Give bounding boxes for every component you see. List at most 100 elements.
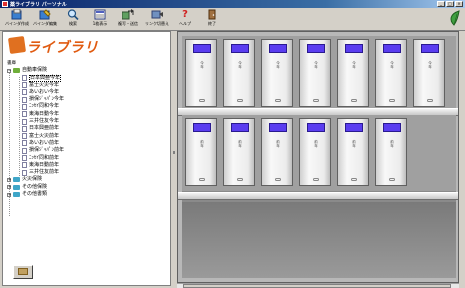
search-icon [67, 9, 79, 21]
binder-ring-icon [199, 99, 205, 102]
tree-item[interactable]: 富士火災今年 [7, 82, 167, 89]
binder-ring-icon [237, 178, 243, 181]
binder-edit-button[interactable]: バインダ編集 [30, 9, 60, 29]
tree-item[interactable]: 東海日動今年 [7, 111, 167, 118]
tree-item[interactable]: 日本興亜今年 [7, 74, 167, 83]
tree-item[interactable]: 富士火災前年 [7, 133, 167, 140]
tree-item-label: ﾆｯｾｲ同和今年 [29, 103, 60, 110]
shelf-row-top: 今年 今年 今年 今年 今年 今年 今年 [182, 36, 456, 108]
binder-ring-icon [237, 99, 243, 102]
binder-ring-icon [199, 178, 205, 181]
single-view-label: 1枚表示 [92, 21, 108, 26]
document-icon [22, 155, 27, 162]
tree-node-label: その他保険 [22, 183, 48, 190]
document-icon [22, 133, 27, 140]
copy-send-button[interactable]: 複写・送信 [113, 9, 143, 29]
binder-ring-icon [313, 99, 319, 102]
binder-ring-icon [389, 99, 395, 102]
binder[interactable]: 今年 [375, 39, 407, 107]
folder-icon [13, 192, 20, 198]
search-label: 検索 [69, 21, 77, 26]
copy-send-label: 複写・送信 [118, 21, 138, 26]
search-button[interactable]: 検索 [58, 9, 88, 29]
binder[interactable]: 前年 [337, 118, 369, 186]
binder-label [383, 123, 401, 132]
tree-item[interactable]: ﾆｯｾｲ同和前年 [7, 155, 167, 162]
tree-item[interactable]: 日本興亜前年 [7, 125, 167, 132]
folder-icon [13, 184, 20, 190]
binder[interactable]: 前年 [185, 118, 217, 186]
tree-node-label: 自動車保険 [22, 67, 48, 73]
document-icon [22, 125, 27, 132]
binder-label [345, 123, 363, 132]
medicine-logo-icon [7, 35, 27, 55]
document-icon [22, 103, 27, 110]
exit-button[interactable]: 終了 [197, 9, 227, 29]
binder-year-text: 今年 [352, 61, 356, 69]
binder-year-text: 今年 [200, 61, 204, 69]
tree-node-category[interactable]: + その他書類 [7, 191, 167, 198]
help-button[interactable]: ? ヘルプ [170, 9, 200, 29]
horizontal-scrollbar[interactable] [177, 283, 459, 288]
binder-label [269, 44, 287, 53]
copy-send-icon [121, 9, 134, 20]
link-switch-button[interactable]: リンク切替え [142, 9, 172, 29]
scrollbar-thumb[interactable] [183, 284, 451, 288]
binder-year-text: 今年 [238, 61, 242, 69]
shelf-empty-area [182, 202, 456, 278]
link-switch-label: リンク切替え [145, 21, 169, 26]
binder[interactable]: 前年 [299, 118, 331, 186]
binder[interactable]: 前年 [261, 118, 293, 186]
tree-node-category[interactable]: + その他保険 [7, 184, 167, 191]
binder-year-text: 今年 [314, 61, 318, 69]
binder-year-text: 前年 [314, 140, 318, 148]
binder-create-button[interactable]: バインダ作成 [2, 8, 32, 29]
tree-node-label: 火災保険 [22, 176, 43, 183]
binder-edit-icon [39, 9, 51, 20]
binder[interactable]: 今年 [223, 39, 255, 107]
document-icon [22, 147, 27, 154]
collapse-toggle-icon[interactable]: − [7, 68, 11, 73]
vertical-scrollbar[interactable] [459, 31, 465, 288]
tree-node-category[interactable]: + 火災保険 [7, 176, 167, 183]
document-icon [22, 74, 27, 81]
binder[interactable]: 今年 [261, 39, 293, 107]
toolbar: バインダ作成 バインダ編集 検索 1枚表示 複写・送信 リンク切替え ? ヘルプ [0, 8, 465, 31]
binder-ring-icon [351, 99, 357, 102]
binder[interactable]: 今年 [337, 39, 369, 107]
exit-icon [206, 9, 218, 20]
minimize-button[interactable]: _ [437, 1, 445, 7]
close-button[interactable]: × [455, 1, 463, 7]
binder-create-icon [11, 8, 23, 20]
tree-item[interactable]: 損保ｼﾞｬﾊﾟﾝ前年 [7, 147, 167, 154]
binder-year-text: 今年 [390, 61, 394, 69]
binder-ring-icon [427, 99, 433, 102]
binder-label [231, 44, 249, 53]
binder-label [269, 123, 287, 132]
document-icon [22, 169, 27, 176]
maximize-button[interactable]: □ [446, 1, 454, 7]
binder-label [307, 44, 325, 53]
tree-root: 書庫 [7, 61, 16, 66]
expand-toggle-icon[interactable]: + [7, 185, 11, 190]
binder-edit-label: バインダ編集 [33, 21, 57, 26]
binder-year-text: 前年 [390, 140, 394, 148]
binder-icon [18, 268, 28, 275]
single-view-button[interactable]: 1枚表示 [85, 9, 115, 29]
expand-toggle-icon[interactable]: + [7, 192, 11, 197]
binder-label [345, 44, 363, 53]
binder[interactable]: 前年 [375, 118, 407, 186]
window-controls: _ □ × [437, 1, 463, 7]
open-binder-button[interactable] [13, 265, 33, 279]
tree-node-category[interactable]: − 自動車保険 [7, 67, 167, 74]
binder[interactable]: 今年 [413, 39, 445, 107]
leaf-logo-icon [447, 10, 461, 26]
expand-toggle-icon[interactable]: + [7, 177, 11, 182]
binder-ring-icon [275, 99, 281, 102]
binder[interactable]: 前年 [223, 118, 255, 186]
tree-item[interactable]: ﾆｯｾｲ同和今年 [7, 103, 167, 110]
pane-splitter[interactable] [172, 31, 176, 286]
binder[interactable]: 今年 [299, 39, 331, 107]
single-view-icon [94, 9, 106, 20]
binder[interactable]: 今年 [185, 39, 217, 107]
